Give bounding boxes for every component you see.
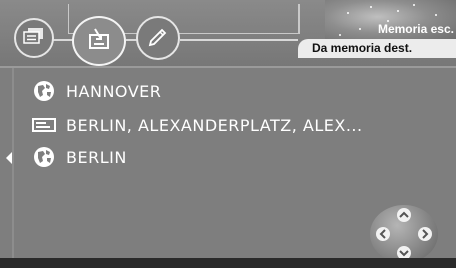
star-decoration — [359, 28, 361, 30]
globe-icon — [32, 81, 56, 101]
list-item-label: BERLIN — [66, 147, 127, 167]
star-decoration — [339, 34, 341, 36]
list-icon — [23, 27, 45, 49]
address-card-icon — [32, 115, 56, 135]
list-item[interactable]: BERLIN — [32, 144, 127, 170]
star-decoration — [347, 12, 349, 14]
left-edge-bar — [12, 68, 14, 268]
navigation-screen: Memoria esc. Da memoria dest. HANNOVER B… — [0, 0, 456, 268]
list-item-label: BERLIN, ALEXANDERPLATZ, ALEX... — [66, 115, 363, 135]
globe-icon — [32, 147, 56, 167]
scroll-left-arrow-icon[interactable] — [6, 152, 12, 164]
directional-pad[interactable] — [370, 205, 438, 263]
toolbar-connector — [180, 39, 298, 41]
chevron-up-icon[interactable] — [397, 208, 411, 222]
star-decoration — [413, 4, 415, 6]
pencil-icon — [147, 25, 169, 51]
header-divider — [0, 66, 456, 68]
memory-write-label: Memoria esc. — [377, 22, 454, 36]
top-bar: Memoria esc. Da memoria dest. — [0, 0, 456, 66]
toolbar-connector — [52, 39, 74, 41]
import-icon — [87, 27, 111, 55]
list-item[interactable]: BERLIN, ALEXANDERPLATZ, ALEX... — [32, 112, 363, 138]
edit-button[interactable] — [136, 16, 180, 60]
memory-dest-tab[interactable]: Da memoria dest. — [298, 39, 456, 58]
list-view-button[interactable] — [14, 18, 54, 58]
memory-write-tab[interactable]: Memoria esc. — [325, 0, 456, 42]
star-decoration — [435, 14, 437, 16]
import-destination-button[interactable] — [72, 16, 126, 66]
star-decoration — [370, 6, 372, 8]
chevron-left-icon[interactable] — [376, 227, 390, 241]
chevron-right-icon[interactable] — [418, 227, 432, 241]
list-item[interactable]: HANNOVER — [32, 78, 161, 104]
bottom-edge — [0, 258, 456, 268]
list-item-label: HANNOVER — [66, 81, 162, 101]
star-decoration — [397, 10, 399, 12]
